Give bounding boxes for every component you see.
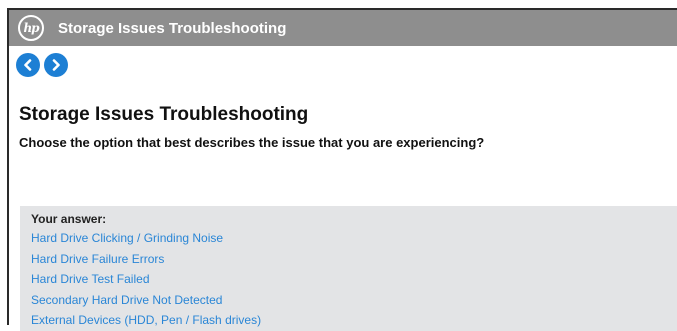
answer-option-failure-errors[interactable]: Hard Drive Failure Errors bbox=[31, 249, 677, 270]
answer-option-clicking-noise[interactable]: Hard Drive Clicking / Grinding Noise bbox=[31, 228, 677, 249]
chevron-right-icon bbox=[52, 59, 60, 71]
answer-panel: Your answer: Hard Drive Clicking / Grind… bbox=[20, 206, 677, 331]
hp-logo-text: hp bbox=[23, 20, 39, 35]
forward-button[interactable] bbox=[44, 53, 68, 77]
app-window: hp Storage Issues Troubleshooting Storag… bbox=[7, 8, 677, 331]
chevron-left-icon bbox=[24, 59, 32, 71]
question-text: Choose the option that best describes th… bbox=[19, 135, 485, 150]
hp-logo: hp bbox=[18, 15, 44, 41]
your-answer-label: Your answer: bbox=[31, 212, 107, 226]
page-title: Storage Issues Troubleshooting bbox=[19, 104, 309, 125]
answer-option-secondary-drive[interactable]: Secondary Hard Drive Not Detected bbox=[31, 290, 677, 311]
window-title: Storage Issues Troubleshooting bbox=[58, 19, 287, 37]
answer-option-test-failed[interactable]: Hard Drive Test Failed bbox=[31, 269, 677, 290]
back-button[interactable] bbox=[16, 53, 40, 77]
answer-option-external-devices[interactable]: External Devices (HDD, Pen / Flash drive… bbox=[31, 310, 677, 331]
answer-options: Hard Drive Clicking / Grinding Noise Har… bbox=[31, 228, 677, 331]
navigation-buttons bbox=[16, 53, 68, 77]
title-bar: hp Storage Issues Troubleshooting bbox=[9, 10, 677, 46]
